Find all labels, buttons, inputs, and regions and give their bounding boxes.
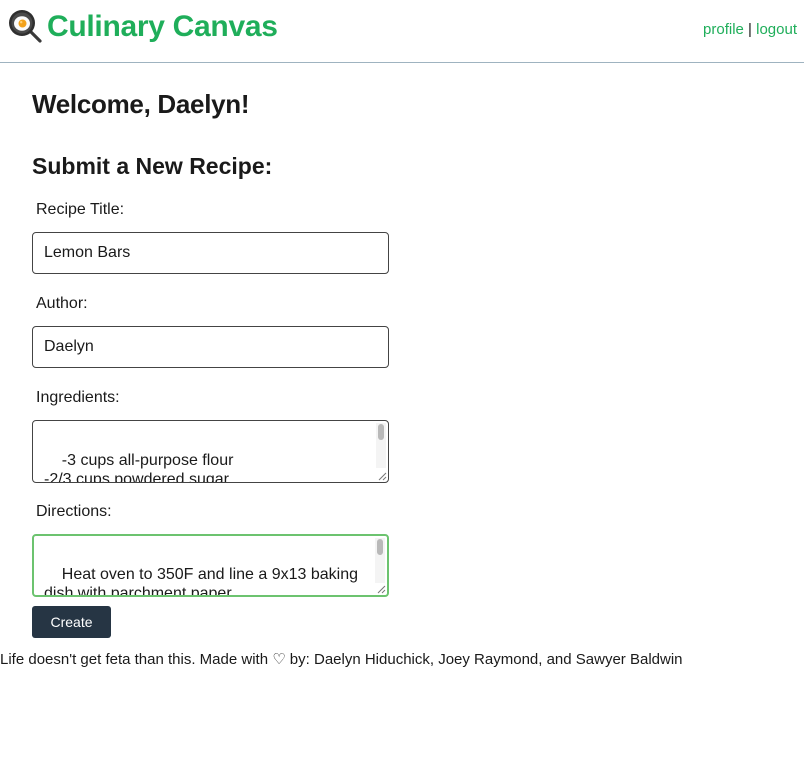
frying-pan-egg-icon <box>9 10 42 43</box>
directions-label: Directions: <box>36 503 112 520</box>
ingredients-scrollbar[interactable] <box>376 423 386 468</box>
user-nav: profile | logout <box>703 21 797 39</box>
resize-grip-icon[interactable] <box>377 471 387 481</box>
directions-scroll-thumb[interactable] <box>377 539 383 555</box>
ingredients-label: Ingredients: <box>36 389 120 406</box>
app-title[interactable]: Culinary Canvas <box>47 9 278 45</box>
nav-separator: | <box>743 21 757 38</box>
author-input[interactable] <box>32 326 389 368</box>
profile-link[interactable]: profile <box>703 21 744 38</box>
footer-credits: Life doesn't get feta than this. Made wi… <box>0 651 683 668</box>
ingredients-scroll-thumb[interactable] <box>378 424 384 440</box>
create-button[interactable]: Create <box>32 606 111 638</box>
logout-link[interactable]: logout <box>756 21 797 38</box>
directions-textarea[interactable]: Heat oven to 350F and line a 9x13 baking… <box>32 534 389 597</box>
directions-text: Heat oven to 350F and line a 9x13 baking… <box>44 566 358 597</box>
welcome-heading: Welcome, Daelyn! <box>32 89 250 119</box>
resize-grip-icon[interactable] <box>376 584 386 594</box>
recipe-title-label: Recipe Title: <box>36 201 125 218</box>
recipe-title-input[interactable] <box>32 232 389 274</box>
ingredients-textarea[interactable]: -3 cups all-purpose flour -2/3 cups powd… <box>32 420 389 483</box>
ingredients-text: -3 cups all-purpose flour -2/3 cups powd… <box>44 452 234 483</box>
directions-scrollbar[interactable] <box>375 538 385 583</box>
author-label: Author: <box>36 295 88 312</box>
form-heading: Submit a New Recipe: <box>32 153 273 179</box>
top-bar: Culinary Canvas profile | logout <box>0 0 804 63</box>
main-content: Welcome, Daelyn! Submit a New Recipe: Re… <box>32 86 732 638</box>
